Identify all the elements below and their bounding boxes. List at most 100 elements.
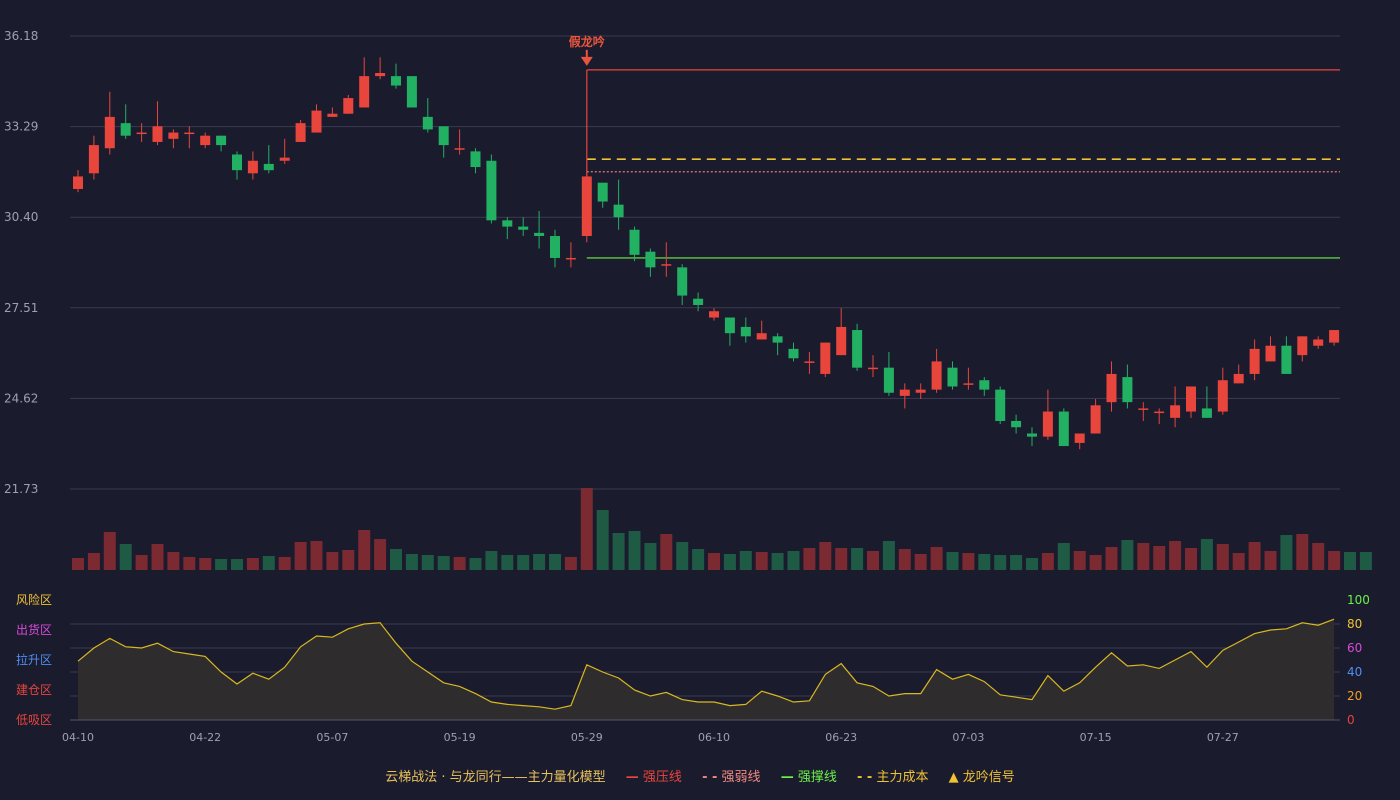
x-tick-label: 05-29 [571,731,603,744]
volume-bar [390,549,402,570]
x-tick-label: 05-19 [444,731,476,744]
candle-body [200,135,211,146]
candle-body [1265,345,1276,362]
volume-bar [771,553,784,570]
candle-body [263,163,274,171]
price-tick-label: 27.51 [4,301,38,315]
legend-cost-label: 主力成本 [876,770,929,785]
candle-body [565,257,576,260]
legend-strength-symbol: - - [702,770,718,785]
candle-body [454,148,465,150]
volume-bar [151,544,164,570]
candle-body [645,251,656,268]
legend-signal-label: 龙吟信号 [962,770,1015,785]
volume-bar [1137,543,1150,570]
candle-body [931,361,942,390]
volume-bar [374,539,387,570]
candle-body [677,267,688,296]
volume-bar [167,552,180,570]
legend-support-symbol: — [780,770,794,785]
volume-bar [517,555,530,570]
volume-bar [1010,555,1023,570]
candle-body [1217,380,1228,412]
volume-bar [294,542,307,570]
price-tick-label: 30.40 [4,210,38,224]
candle-body [311,110,322,133]
candle-body [1281,345,1292,374]
price-tick-label: 21.73 [4,482,38,496]
volume-bar [739,551,752,570]
volume-bar [946,552,959,570]
volume-bar [1089,555,1102,570]
candle-body [1090,405,1101,434]
candle-body [120,123,131,136]
oscillator-area [78,619,1335,720]
volume-bar [103,532,116,570]
volume-bar [469,558,482,570]
volume-bar [803,548,816,570]
legend-support-label: 强撑线 [797,770,837,785]
legend-item-dragon-signal[interactable]: ▲ 龙吟信号 [949,766,1015,785]
volume-bar [1232,553,1245,570]
candle-body [152,126,163,142]
candle-body [534,232,545,237]
volume-bar [310,541,323,570]
x-tick-label: 06-23 [825,731,857,744]
volume-bar [978,554,991,570]
volume-bar [612,533,625,570]
volume-bar [1153,546,1166,570]
volume-bar [819,542,832,570]
volume-bar [119,544,132,570]
oscillator-tick-label: 20 [1347,689,1362,703]
volume-bar [501,555,514,570]
candle-body [470,151,481,168]
volume-bar [882,541,895,570]
candle-body [406,76,417,108]
legend-item-strength-line[interactable]: - - 强弱线 [702,766,760,785]
oscillator-tick-label: 80 [1347,617,1362,631]
volume-bar [787,551,800,570]
legend-item-support-line[interactable]: — 强撑线 [781,766,837,785]
candle-body [216,135,227,146]
oscillator-zone-label: 出货区 [16,622,52,637]
volume-bar [723,554,736,570]
volume-bar [262,556,275,570]
volume-bar [1041,553,1054,570]
candle-body [1154,411,1165,414]
legend-pressure-label: 强压线 [642,770,682,785]
legend-cost-symbol: - - [856,770,873,785]
volume-bar [1264,551,1277,570]
x-tick-label: 06-10 [698,731,730,744]
legend-pressure-symbol: — [625,770,639,785]
volume-bar [1169,541,1182,570]
chart-legend: 云梯战法 · 与龙同行——主力量化模型 — 强压线 - - 强弱线 — 强撑线 … [0,766,1400,785]
volume-bar [1312,543,1325,570]
candle-body [486,160,497,221]
candle-body [184,132,195,135]
candle-body [1249,348,1260,374]
volume-bar [72,558,84,570]
candle-body [168,132,179,139]
legend-item-main-cost[interactable]: - - 主力成本 [857,766,928,785]
chart-container: 36.18 33.29 30.40 27.51 24.62 21.73 100 80 60 40 2… [0,0,1400,800]
candle-body [1027,433,1037,437]
candle-body [995,389,1006,421]
volume-bar [1185,548,1197,570]
candle-body [359,76,370,108]
volume-bar [1296,534,1309,570]
legend-signal-symbol: ▲ [948,770,959,785]
signal-arrow-icon [580,56,593,66]
volume-bar [1121,540,1134,570]
oscillator-tick-label: 40 [1347,665,1362,679]
volume-bar [1248,542,1261,570]
volume-bar [533,554,546,570]
candle-body [883,367,894,393]
candle-body [661,264,672,266]
volume-bar [1073,551,1086,570]
candle-body [247,160,258,174]
legend-item-pressure-line[interactable]: — 强压线 [626,766,682,785]
candle-body [73,176,83,189]
volume-bar [453,557,466,570]
candle-body [629,229,640,255]
volume-bar [231,559,243,570]
